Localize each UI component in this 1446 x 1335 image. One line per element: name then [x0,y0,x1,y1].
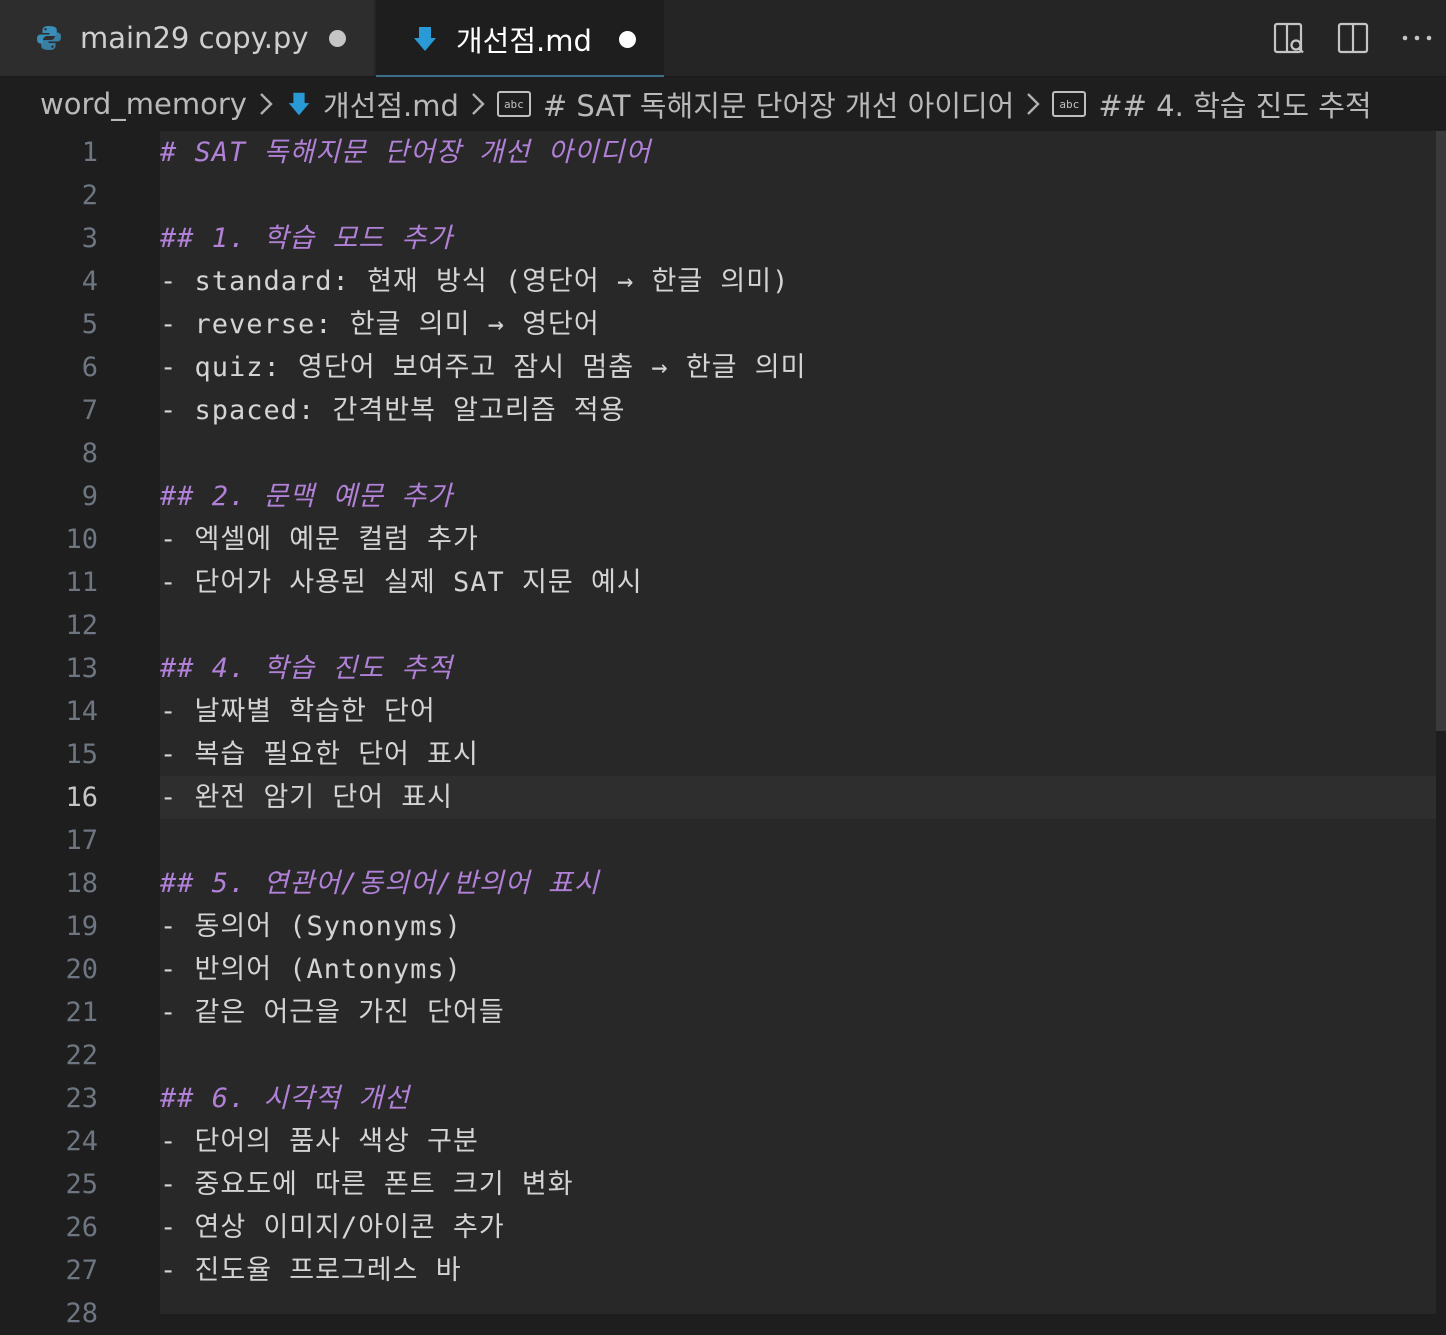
chevron-right-icon [1024,91,1042,117]
line-number: 21 [65,997,98,1028]
line-number: 24 [65,1126,98,1157]
more-actions-icon[interactable] [1400,21,1434,55]
string-symbol-icon: abc [1052,91,1087,117]
vertical-scrollbar[interactable] [1436,131,1446,1314]
breadcrumb-file[interactable]: 개선점.md [285,83,459,125]
line-number: 17 [65,825,98,856]
breadcrumb-folder[interactable]: word_memory [40,87,247,121]
python-icon [34,23,64,53]
markdown-heading-line[interactable]: # SAT 독해지문 단어장 개선 아이디어 [160,131,651,174]
editor-area[interactable]: 1 # SAT 독해지문 단어장 개선 아이디어 2 3 ## 1. 학습 모드 추가 4… [0,131,1446,1329]
code-line[interactable]: - 반의어 (Antonyms) [160,948,462,991]
code-line[interactable]: - 복습 필요한 단어 표시 [160,733,479,776]
line-number: 9 [81,481,98,512]
line-number: 22 [65,1040,98,1071]
line-number: 18 [65,868,98,899]
markdown-arrow-icon [285,90,313,118]
code-line[interactable]: - 진도율 프로그레스 바 [160,1249,462,1292]
markdown-arrow-icon [410,24,440,54]
scrollbar-thumb[interactable] [1436,131,1446,731]
code-line[interactable]: - 같은 어근을 가진 단어들 [160,991,505,1034]
breadcrumb-symbol-heading1[interactable]: abc # SAT 독해지문 단어장 개선 아이디어 [496,83,1015,125]
code-line[interactable]: - 완전 암기 단어 표시 [160,776,453,819]
code-line[interactable]: - reverse: 한글 의미 → 영단어 [160,303,600,346]
breadcrumb-symbol-label: # SAT 독해지문 단어장 개선 아이디어 [542,89,1015,123]
string-symbol-icon: abc [496,91,531,117]
markdown-heading-line[interactable]: ## 4. 학습 진도 추적 [160,647,453,690]
line-number: 7 [81,395,98,426]
code-line[interactable]: - 단어의 품사 색상 구분 [160,1120,479,1163]
code-line[interactable]: - 중요도에 따른 폰트 크기 변화 [160,1163,574,1206]
code-line[interactable]: - spaced: 간격반복 알고리즘 적용 [160,389,625,432]
breadcrumb-symbol-label: ## 4. 학습 진도 추적 [1098,89,1372,123]
code-line[interactable]: - standard: 현재 방식 (영단어 → 한글 의미) [160,260,789,303]
breadcrumb: word_memory 개선점.md abc # SAT 독해지문 단어장 개선… [0,77,1446,131]
line-number: 25 [65,1169,98,1200]
tab-label: main29 copy.py [80,21,309,55]
line-number: 14 [65,696,98,727]
unsaved-dot-icon[interactable] [329,29,346,47]
line-number: 23 [65,1083,98,1114]
line-number: 19 [65,911,98,942]
tab-gaeseonjeom-md[interactable]: 개선점.md [376,0,664,77]
code-line[interactable]: - 연상 이미지/아이콘 추가 [160,1206,505,1249]
editor-tab-bar: main29 copy.py 개선점.md [0,0,1446,77]
open-preview-icon[interactable] [1272,21,1306,55]
line-number: 13 [65,653,98,684]
line-number: 11 [65,567,98,598]
line-number: 5 [81,309,98,340]
chevron-right-icon [257,91,275,117]
line-number: 8 [81,438,98,469]
line-number: 10 [65,524,98,555]
code-line[interactable]: - 엑셀에 예문 컬럼 추가 [160,518,479,561]
line-number: 4 [81,266,98,297]
tab-label: 개선점.md [456,24,592,58]
line-number: 2 [81,180,98,211]
line-number: 1 [81,137,98,168]
line-number: 6 [81,352,98,383]
code-line[interactable]: - 단어가 사용된 실제 SAT 지문 예시 [160,561,643,604]
editor-lines: 1 # SAT 독해지문 단어장 개선 아이디어 2 3 ## 1. 학습 모드 추가 4… [0,131,1436,1329]
code-line[interactable]: - quiz: 영단어 보여주고 잠시 멈춤 → 한글 의미 [160,346,806,389]
line-number: 20 [65,954,98,985]
breadcrumb-file-label: 개선점.md [322,89,459,123]
line-number: 3 [81,223,98,254]
chevron-right-icon [469,91,487,117]
line-number: 26 [65,1212,98,1243]
line-number: 27 [65,1255,98,1286]
split-editor-icon[interactable] [1336,21,1370,55]
line-number: 15 [65,739,98,770]
markdown-heading-line[interactable]: ## 6. 시각적 개선 [160,1077,410,1120]
unsaved-dot-icon[interactable] [619,30,636,48]
line-number: 16 [65,782,98,813]
code-line[interactable]: - 동의어 (Synonyms) [160,905,462,948]
tab-main29-copy-py[interactable]: main29 copy.py [0,0,374,76]
markdown-heading-line[interactable]: ## 2. 문맥 예문 추가 [160,475,453,518]
breadcrumb-symbol-heading2[interactable]: abc ## 4. 학습 진도 추적 [1052,83,1372,125]
editor-actions [1272,0,1434,76]
markdown-heading-line[interactable]: ## 5. 연관어/동의어/반의어 표시 [160,862,600,905]
line-number: 12 [65,610,98,641]
code-line[interactable]: - 날짜별 학습한 단어 [160,690,436,733]
markdown-heading-line[interactable]: ## 1. 학습 모드 추가 [160,217,453,260]
